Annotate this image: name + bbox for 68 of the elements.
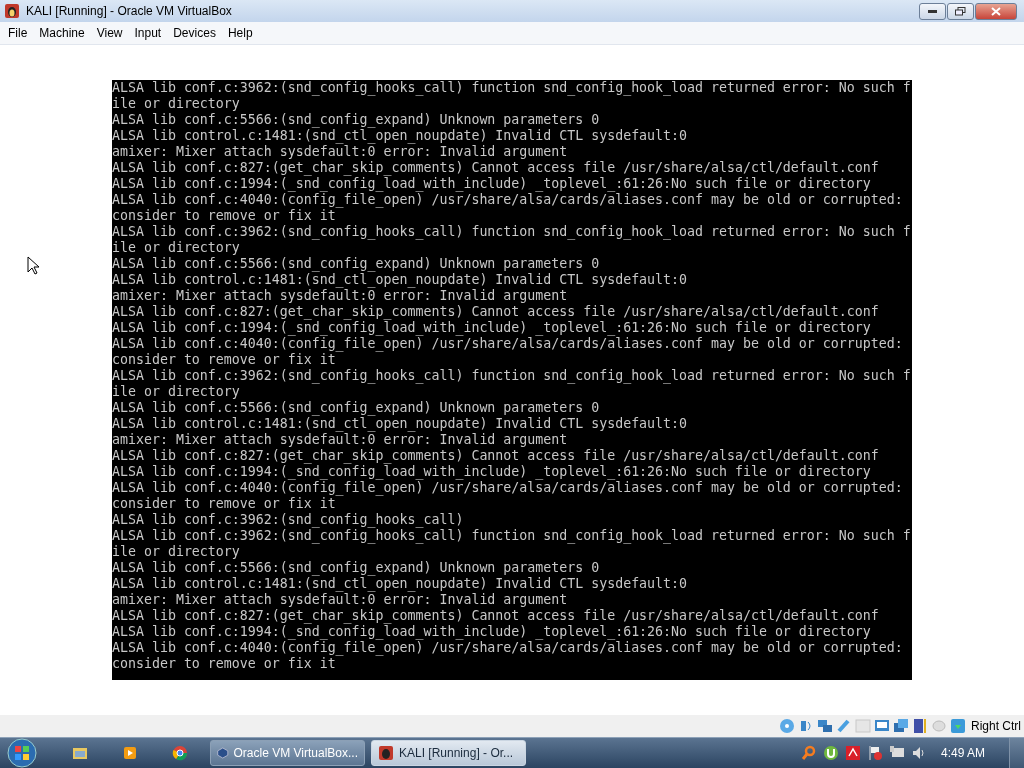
torrent-icon[interactable]: [822, 745, 839, 761]
windows-icon: [893, 718, 909, 734]
restore-icon: [955, 6, 966, 16]
terminal-line: ALSA lib conf.c:3962:(snd_config_hooks_call) function snd_config_hook_load returned error: No such f: [112, 224, 911, 240]
browser-icon[interactable]: [172, 745, 188, 761]
terminal-line: ALSA lib control.c:1481:(snd_ctl_open_noupdate) Invalid CTL sysdefault:0: [112, 416, 688, 432]
terminal-line: consider to remove or fix it: [112, 208, 336, 224]
terminal-line: amixer: Mixer attach sysdefault:0 error: Invalid argument: [112, 288, 568, 304]
terminal-line: ALSA lib conf.c:1994:(_snd_config_load_with_include) _toplevel_:61:26:No such file or directory: [112, 320, 871, 336]
menu-item[interactable]: Devices: [167, 26, 222, 40]
taskbar-button[interactable]: KALI [Running] - Or...: [371, 740, 526, 766]
minimize-button[interactable]: [919, 2, 946, 20]
flag-icon[interactable]: [866, 745, 883, 761]
terminal-line: ile or directory: [112, 544, 240, 560]
terminal-line: ALSA lib conf.c:4040:(config_file_open) /usr/share/alsa/cards/aliases.conf may be old or corrupted:: [112, 336, 903, 352]
menu-item[interactable]: View: [90, 26, 129, 40]
close-button[interactable]: [975, 2, 1017, 20]
terminal-line: ALSA lib conf.c:4040:(config_file_open) /usr/share/alsa/cards/aliases.conf may be old or corrupted:: [112, 480, 903, 496]
terminal-line: ALSA lib conf.c:827:(get_char_skip_comments) Cannot access file /usr/share/alsa/ctl/default.conf: [112, 448, 879, 464]
terminal-line: ALSA lib control.c:1481:(snd_ctl_open_noupdate) Invalid CTL sysdefault:0: [112, 128, 688, 144]
menu-item[interactable]: Input: [128, 26, 168, 40]
terminal-line: consider to remove or fix it: [112, 496, 336, 512]
terminal-line: consider to remove or fix it: [112, 352, 336, 368]
terminal-line: ALSA lib control.c:1481:(snd_ctl_open_noupdate) Invalid CTL sysdefault:0: [112, 576, 688, 592]
terminal-line: ALSA lib conf.c:4040:(config_file_open) /usr/share/alsa/cards/aliases.conf may be old or corrupted:: [112, 640, 903, 656]
terminal-line: amixer: Mixer attach sysdefault:0 error: Invalid argument: [112, 592, 568, 608]
terminal-line: ile or directory: [112, 96, 240, 112]
terminal-line: ile or directory: [112, 384, 240, 400]
window-title: KALI [Running] - Oracle VM VirtualBox: [26, 4, 233, 18]
host-key-label: Right Ctrl: [971, 719, 1021, 733]
terminal-line: ile or directory: [112, 240, 240, 256]
terminal-line: ALSA lib conf.c:5566:(snd_config_expand) Unknown parameters 0: [112, 112, 600, 128]
terminal-line: consider to remove or fix it: [112, 656, 336, 672]
menu-item[interactable]: Help: [221, 26, 259, 40]
menu-item[interactable]: Machine: [33, 26, 91, 40]
terminal-line: ALSA lib conf.c:827:(get_char_skip_comments) Cannot access file /usr/share/alsa/ctl/default.conf: [112, 160, 879, 176]
minimize-icon: [928, 9, 937, 13]
restore-button[interactable]: [947, 2, 974, 20]
terminal-line: ALSA lib conf.c:3962:(snd_config_hooks_call) function snd_config_hook_load returned error: No such f: [112, 528, 911, 544]
terminal-line: ALSA lib conf.c:5566:(snd_config_expand) Unknown parameters 0: [112, 400, 600, 416]
terminal-line: ALSA lib conf.c:1994:(_snd_config_load_with_include) _toplevel_:61:26:No such file or directory: [112, 624, 871, 640]
terminal-line: ALSA lib conf.c:3962:(snd_config_hooks_call) function snd_config_hook_load returned error: No such f: [112, 80, 911, 96]
terminal-line: ALSA lib conf.c:3962:(snd_config_hooks_call) function snd_config_hook_load returned error: No such f: [112, 368, 911, 384]
display-icon: [874, 718, 890, 734]
terminal-line: ALSA lib conf.c:4040:(config_file_open) /usr/share/alsa/cards/aliases.conf may be old or corrupted:: [112, 192, 903, 208]
terminal-line: ALSA lib conf.c:5566:(snd_config_expand) Unknown parameters 0: [112, 560, 600, 576]
terminal-line: ALSA lib conf.c:1994:(_snd_config_load_with_include) _toplevel_:61:26:No such file or directory: [112, 464, 871, 480]
media-player-icon[interactable]: [122, 745, 138, 761]
download-icon: [950, 718, 966, 734]
mouse-pointer-icon: [27, 256, 39, 275]
terminal-line: ALSA lib conf.c:827:(get_char_skip_comments) Cannot access file /usr/share/alsa/ctl/default.conf: [112, 608, 879, 624]
terminal-line: amixer: Mixer attach sysdefault:0 error: Invalid argument: [112, 432, 568, 448]
disc-icon: [779, 718, 795, 734]
menu-item[interactable]: File: [2, 26, 34, 40]
audio-icon: [798, 718, 814, 734]
terminal-line: ALSA lib conf.c:827:(get_char_skip_comments) Cannot access file /usr/share/alsa/ctl/default.conf: [112, 304, 879, 320]
magnifier-icon[interactable]: [800, 745, 817, 761]
taskbar-button[interactable]: Oracle VM VirtualBox...: [210, 740, 365, 766]
speaker-icon[interactable]: [910, 745, 927, 761]
terminal-line: amixer: Mixer attach sysdefault:0 error: Invalid argument: [112, 144, 568, 160]
start-button[interactable]: [4, 738, 40, 768]
clock[interactable]: 4:49 AM: [940, 746, 985, 760]
terminal-line: ALSA lib conf.c:1994:(_snd_config_load_with_include) _toplevel_:61:26:No such file or directory: [112, 176, 871, 192]
usb-icon: [836, 718, 852, 734]
terminal-line: ALSA lib conf.c:3962:(snd_config_hooks_call): [112, 512, 464, 528]
terminal-line: ALSA lib conf.c:5566:(snd_config_expand) Unknown parameters 0: [112, 256, 600, 272]
close-icon: [991, 6, 1001, 16]
terminal-line: ALSA lib control.c:1481:(snd_ctl_open_noupdate) Invalid CTL sysdefault:0: [112, 272, 688, 288]
